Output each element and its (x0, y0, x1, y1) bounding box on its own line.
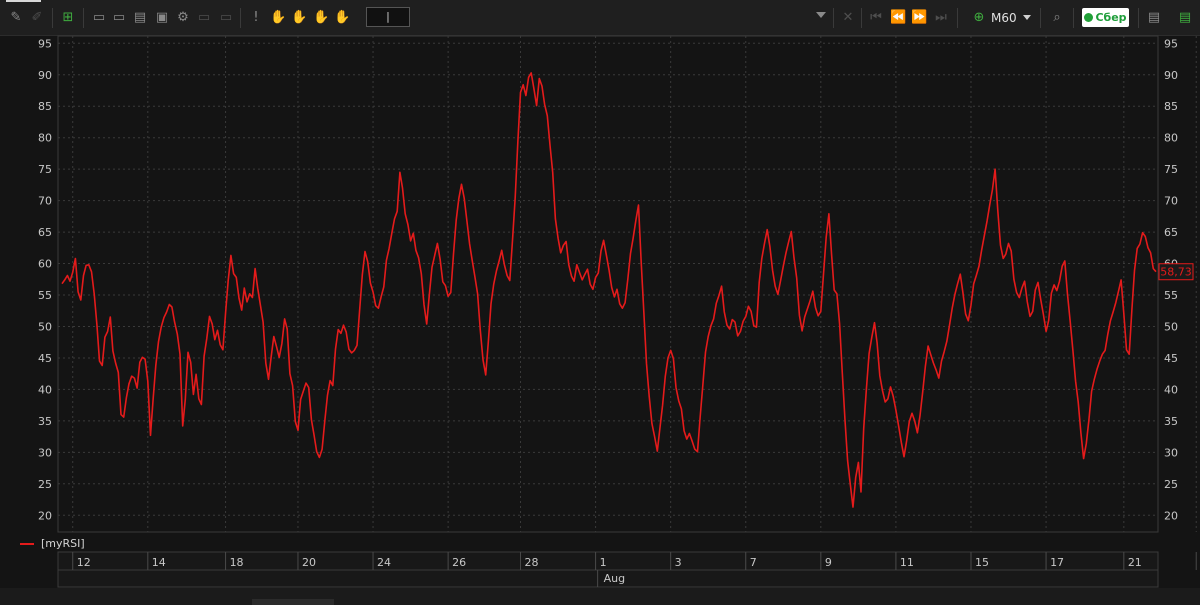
y-tick-label-left: 20 (38, 509, 52, 522)
y-tick-label-right: 75 (1164, 163, 1178, 176)
x-tick-label: 3 (675, 556, 682, 569)
legend: [myRSI] (20, 537, 85, 551)
y-axis-left: 20 25 30 35 40 45 50 55 60 65 70 75 80 85 90 95 (38, 37, 52, 522)
x-tick-label: 20 (302, 556, 316, 569)
y-tick-label-left: 40 (38, 383, 52, 396)
y-tick-label-right: 65 (1164, 226, 1178, 239)
x-tick-label: 11 (900, 556, 914, 569)
x-tick-label: 12 (77, 556, 91, 569)
y-tick-label-left: 45 (38, 352, 52, 365)
bottom-panel (0, 588, 1200, 605)
y-tick-label-left: 25 (38, 478, 52, 491)
x-tick-label: 15 (975, 556, 989, 569)
x-tick-label: 26 (452, 556, 466, 569)
plot-border (57, 35, 1159, 533)
y-tick-label-right: 30 (1164, 446, 1178, 459)
y-tick-label-right: 45 (1164, 352, 1178, 365)
y-tick-label-left: 60 (38, 258, 52, 271)
last-value-marker: 58,73 (1158, 263, 1194, 281)
y-tick-label-left: 35 (38, 415, 52, 428)
x-tick-label: 28 (525, 556, 539, 569)
bottom-tab[interactable] (252, 599, 334, 605)
x-tick-label: 17 (1050, 556, 1064, 569)
month-label: Aug (604, 572, 625, 585)
y-tick-label-right: 90 (1164, 69, 1178, 82)
y-tick-label-right: 55 (1164, 289, 1178, 302)
legend-swatch (20, 543, 34, 545)
y-tick-label-left: 70 (38, 195, 52, 208)
y-tick-label-right: 95 (1164, 37, 1178, 50)
y-tick-label-left: 55 (38, 289, 52, 302)
y-tick-label-right: 50 (1164, 320, 1178, 333)
x-tick-label: 1 (600, 556, 607, 569)
y-tick-label-left: 85 (38, 100, 52, 113)
x-tick-label: 21 (1128, 556, 1142, 569)
y-tick-label-left: 30 (38, 446, 52, 459)
y-tick-label-left: 50 (38, 320, 52, 333)
x-tick-label: 9 (825, 556, 832, 569)
y-tick-label-right: 35 (1164, 415, 1178, 428)
y-tick-label-right: 25 (1164, 478, 1178, 491)
y-tick-label-left: 65 (38, 226, 52, 239)
legend-label: [myRSI] (41, 537, 85, 550)
y-gridlines (58, 42, 1158, 516)
x-tick-label: 18 (230, 556, 244, 569)
y-tick-label-right: 85 (1164, 100, 1178, 113)
x-tick-label: 24 (377, 556, 391, 569)
y-tick-label-left: 95 (38, 37, 52, 50)
x-gridlines (72, 36, 1197, 532)
y-tick-label-left: 75 (38, 163, 52, 176)
y-tick-label-right: 20 (1164, 509, 1178, 522)
y-tick-label-right: 80 (1164, 132, 1178, 145)
y-tick-label-right: 70 (1164, 195, 1178, 208)
x-tick-label: 14 (152, 556, 166, 569)
y-tick-label-left: 90 (38, 69, 52, 82)
y-tick-label-right: 40 (1164, 383, 1178, 396)
x-tick-label: 7 (750, 556, 757, 569)
y-tick-label-left: 80 (38, 132, 52, 145)
rsi-chart[interactable]: 20 25 30 35 40 45 50 55 60 65 70 75 80 85 90 95 20 25 30 3… (0, 0, 1200, 605)
last-value-label: 58,73 (1160, 266, 1192, 279)
